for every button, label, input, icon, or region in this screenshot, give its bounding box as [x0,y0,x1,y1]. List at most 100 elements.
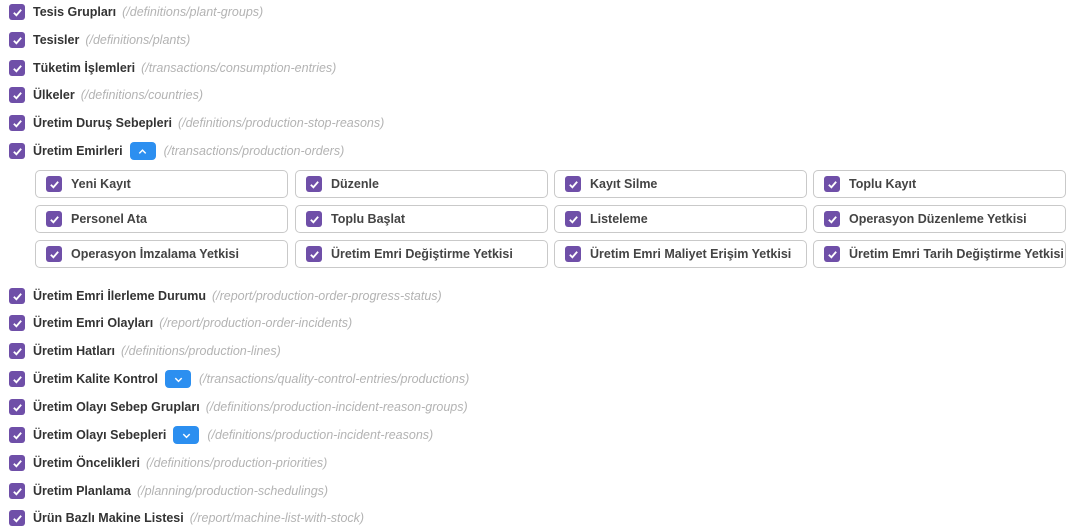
checkbox[interactable] [9,32,25,48]
permission-label: Personel Ata [71,212,147,226]
checkbox[interactable] [9,288,25,304]
check-icon [49,250,59,259]
permission-uretim-emri-tarih[interactable]: Üretim Emri Tarih Değiştirme Yetkisi [813,240,1066,268]
row-title: Üretim Olayı Sebepleri [33,428,167,442]
checkbox[interactable] [9,4,25,20]
check-icon [49,215,59,224]
checkbox[interactable] [9,399,25,415]
row-path: (/definitions/plant-groups) [122,5,264,19]
check-icon [12,64,22,73]
row-path: (/transactions/quality-control-entries/p… [199,372,470,386]
row-title: Üretim Emirleri [33,144,123,158]
row-path: (/definitions/production-priorities) [146,456,328,470]
row-path: (/definitions/plants) [85,33,191,47]
check-icon [827,215,837,224]
check-icon [12,292,22,301]
row-path: (/planning/production-schedulings) [136,484,329,498]
checkbox[interactable] [306,246,322,262]
check-icon [12,319,22,328]
permission-toplu-kayit[interactable]: Toplu Kayıt [813,170,1066,198]
permission-listeleme[interactable]: Listeleme [554,205,807,233]
permission-label: Üretim Emri Tarih Değiştirme Yetkisi [849,247,1064,261]
permission-row-expanded: Üretim Emirleri (/transactions/productio… [9,142,344,160]
permission-row: Üretim Öncelikleri (/definitions/product… [9,454,327,472]
permission-row: Üretim Olayı Sebepleri (/definitions/pro… [9,426,433,444]
checkbox[interactable] [565,211,581,227]
row-title: Ürün Bazlı Makine Listesi [33,511,184,525]
checkbox[interactable] [565,176,581,192]
row-path: (/definitions/production-incident-reason… [207,428,434,442]
permission-row: Tüketim İşlemleri (/transactions/consump… [9,59,336,77]
checkbox[interactable] [9,60,25,76]
permission-row: Üretim Hatları (/definitions/production-… [9,342,281,360]
row-path: (/report/production-order-incidents) [159,316,353,330]
permission-label: Üretim Emri Maliyet Erişim Yetkisi [590,247,792,261]
permission-toplu-baslat[interactable]: Toplu Başlat [295,205,548,233]
check-icon [827,180,837,189]
permission-row: Üretim Duruş Sebepleri (/definitions/pro… [9,114,384,132]
permission-label: Operasyon Düzenleme Yetkisi [849,212,1027,226]
checkbox[interactable] [565,246,581,262]
permission-row: Tesis Grupları (/definitions/plant-group… [9,3,263,21]
row-path: (/transactions/production-orders) [163,144,345,158]
row-path: (/definitions/production-incident-reason… [205,400,468,414]
checkbox[interactable] [46,246,62,262]
permission-label: Listeleme [590,212,648,226]
row-title: Üretim Olayı Sebep Grupları [33,400,200,414]
checkbox[interactable] [306,176,322,192]
permission-personel-ata[interactable]: Personel Ata [35,205,288,233]
permission-row: Ülkeler (/definitions/countries) [9,86,203,104]
permission-label: Düzenle [331,177,379,191]
row-path: (/report/machine-list-with-stock) [189,511,365,525]
checkbox[interactable] [9,483,25,499]
permission-duzenle[interactable]: Düzenle [295,170,548,198]
row-title: Üretim Duruş Sebepleri [33,116,172,130]
checkbox[interactable] [9,510,25,526]
checkbox[interactable] [9,455,25,471]
checkbox[interactable] [9,87,25,103]
checkbox[interactable] [9,427,25,443]
checkbox[interactable] [306,211,322,227]
permission-kayit-silme[interactable]: Kayıt Silme [554,170,807,198]
checkbox[interactable] [46,211,62,227]
check-icon [12,431,22,440]
row-path: (/definitions/countries) [80,88,203,102]
permission-label: Kayıt Silme [590,177,658,191]
permission-operasyon-duzenleme[interactable]: Operasyon Düzenleme Yetkisi [813,205,1066,233]
row-title: Üretim Planlama [33,484,131,498]
checkbox[interactable] [824,211,840,227]
row-path: (/report/production-order-progress-statu… [211,289,442,303]
check-icon [568,180,578,189]
collapse-button[interactable] [129,142,156,160]
row-title: Tesis Grupları [33,5,117,19]
chevron-down-icon [174,377,182,382]
permission-yeni-kayit[interactable]: Yeni Kayıt [35,170,288,198]
check-icon [12,119,22,128]
checkbox[interactable] [9,371,25,387]
checkbox[interactable] [824,176,840,192]
permission-row: Üretim Kalite Kontrol (/transactions/qua… [9,370,469,388]
check-icon [309,250,319,259]
checkbox[interactable] [824,246,840,262]
permission-label: Yeni Kayıt [71,177,131,191]
permission-uretim-emri-degistirme[interactable]: Üretim Emri Değiştirme Yetkisi [295,240,548,268]
permission-row: Üretim Emri Olayları (/report/production… [9,314,352,332]
permission-label: Toplu Başlat [331,212,406,226]
check-icon [12,403,22,412]
checkbox[interactable] [9,143,25,159]
expand-button[interactable] [165,370,192,388]
permission-operasyon-imzalama[interactable]: Operasyon İmzalama Yetkisi [35,240,288,268]
permission-uretim-emri-maliyet[interactable]: Üretim Emri Maliyet Erişim Yetkisi [554,240,807,268]
row-title: Tüketim İşlemleri [33,61,136,75]
checkbox[interactable] [9,343,25,359]
expand-button[interactable] [173,426,200,444]
row-title: Ülkeler [33,88,75,102]
checkbox[interactable] [9,115,25,131]
row-title: Üretim Kalite Kontrol [33,372,159,386]
check-icon [12,8,22,17]
row-path: (/definitions/production-lines) [120,344,281,358]
checkbox[interactable] [9,315,25,331]
permission-label: Operasyon İmzalama Yetkisi [71,247,239,261]
check-icon [309,180,319,189]
checkbox[interactable] [46,176,62,192]
